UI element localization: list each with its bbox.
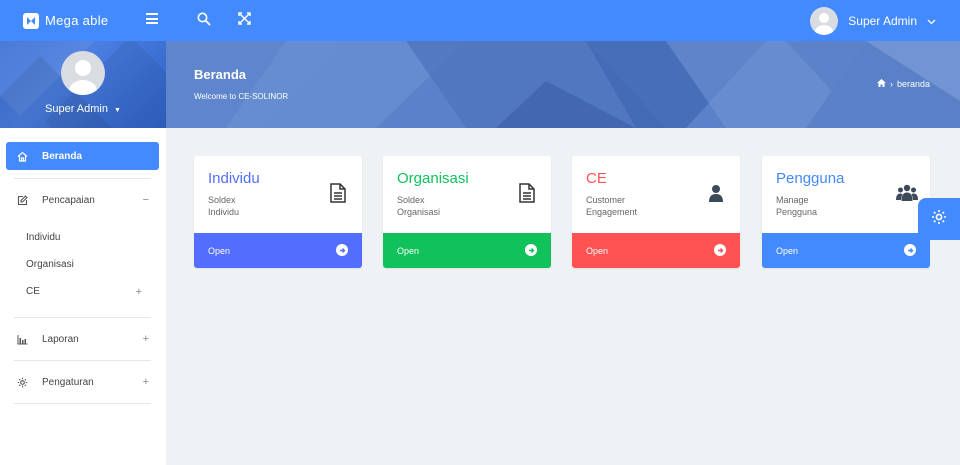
arrow-circle-right-icon: [714, 244, 726, 256]
divider: [14, 403, 151, 404]
sidebar-subitem-ce[interactable]: CE +: [6, 278, 159, 305]
banner-background-pattern: [166, 41, 960, 128]
page-title: Beranda: [194, 67, 247, 82]
avatar: [810, 7, 839, 35]
card-link-label: Open: [776, 245, 799, 256]
collapse-toggle-icon[interactable]: −: [143, 194, 149, 206]
arrow-circle-right-icon: [904, 244, 916, 256]
sidebar-item-pencapaian[interactable]: Pencapaian −: [6, 186, 159, 214]
card-description: Soldex Individu: [208, 195, 240, 217]
sidebar-subitem-label: CE: [26, 286, 40, 297]
sidebar-user-dropdown[interactable]: Super Admin ▼: [0, 103, 166, 115]
sidebar-subitem-individu[interactable]: Individu: [6, 224, 159, 251]
card-open-link[interactable]: Open: [194, 233, 362, 268]
user-profile-menu[interactable]: Super Admin: [810, 7, 936, 35]
bar-chart-icon: [16, 333, 28, 345]
card-organisasi: Organisasi Soldex Organisasi Open: [383, 156, 551, 268]
search-icon[interactable]: [197, 12, 213, 28]
chevron-down-icon: [927, 12, 936, 30]
card-title: CE: [586, 170, 607, 187]
card-title: Organisasi: [397, 170, 469, 187]
sidebar-item-pengaturan[interactable]: Pengaturan +: [6, 368, 159, 396]
logo-text: Mega able: [45, 13, 109, 28]
arrow-circle-right-icon: [336, 244, 348, 256]
sidebar-item-label: Laporan: [42, 333, 79, 345]
card-link-label: Open: [586, 245, 609, 256]
divider: [14, 178, 151, 179]
divider: [14, 317, 151, 318]
divider: [14, 360, 151, 361]
users-icon: [896, 183, 918, 203]
logo-icon: [23, 12, 39, 29]
card-individu: Individu Soldex Individu Open: [194, 156, 362, 268]
breadcrumb: › beranda: [876, 79, 930, 89]
card-description: Customer Engagement: [586, 195, 638, 217]
expand-toggle-icon[interactable]: +: [143, 376, 149, 388]
home-icon: [16, 150, 28, 162]
card-ce: CE Customer Engagement Open: [572, 156, 740, 268]
fullscreen-icon[interactable]: [238, 12, 254, 28]
sidebar-subitem-label: Organisasi: [26, 259, 74, 270]
gear-icon: [16, 376, 28, 388]
sidebar-subitem-organisasi[interactable]: Organisasi: [6, 251, 159, 278]
settings-fab-button[interactable]: [918, 198, 960, 240]
card-description: Manage Pengguna: [776, 195, 818, 217]
sidebar-item-label: Beranda: [42, 150, 83, 162]
user-icon: [706, 183, 726, 203]
breadcrumb-separator: ›: [889, 79, 893, 89]
document-icon: [517, 183, 537, 203]
card-title: Pengguna: [776, 170, 845, 187]
breadcrumb-current[interactable]: beranda: [897, 79, 930, 89]
sidebar-item-laporan[interactable]: Laporan +: [6, 325, 159, 353]
home-icon[interactable]: [876, 79, 886, 89]
caret-down-icon: ▼: [114, 107, 121, 114]
top-navbar: Mega able Super Admin: [0, 0, 960, 41]
page-header-banner: Beranda Welcome to CE-SOLINOR › beranda: [166, 41, 960, 128]
card-open-link[interactable]: Open: [762, 233, 930, 268]
edit-icon: [16, 194, 28, 206]
expand-toggle-icon[interactable]: +: [136, 286, 142, 298]
card-title: Individu: [208, 170, 260, 187]
sidebar-nav: Beranda Pencapaian − Individu Organisasi…: [0, 128, 166, 404]
sidebar-subitem-label: Individu: [26, 232, 61, 243]
avatar: [61, 51, 105, 95]
page-subtitle: Welcome to CE-SOLINOR: [194, 92, 289, 101]
sidebar: Super Admin ▼ Beranda Pencapaian − Indiv…: [0, 41, 166, 465]
card-pengguna: Pengguna Manage Pengguna Open: [762, 156, 930, 268]
sidebar-item-label: Pencapaian: [42, 194, 95, 206]
profile-name: Super Admin: [848, 14, 917, 28]
sidebar-item-label: Pengaturan: [42, 376, 94, 388]
card-link-label: Open: [208, 245, 231, 256]
expand-toggle-icon[interactable]: +: [143, 333, 149, 345]
sidebar-profile-header: Super Admin ▼: [0, 41, 166, 128]
arrow-circle-right-icon: [525, 244, 537, 256]
sidebar-user-name: Super Admin: [45, 103, 108, 115]
card-description: Soldex Organisasi: [397, 195, 441, 217]
hamburger-menu-icon[interactable]: [146, 13, 158, 25]
sidebar-item-beranda[interactable]: Beranda: [6, 142, 159, 170]
card-open-link[interactable]: Open: [383, 233, 551, 268]
gear-icon: [931, 209, 947, 230]
card-link-label: Open: [397, 245, 420, 256]
brand-logo[interactable]: Mega able: [0, 0, 166, 41]
document-icon: [328, 183, 348, 203]
card-open-link[interactable]: Open: [572, 233, 740, 268]
